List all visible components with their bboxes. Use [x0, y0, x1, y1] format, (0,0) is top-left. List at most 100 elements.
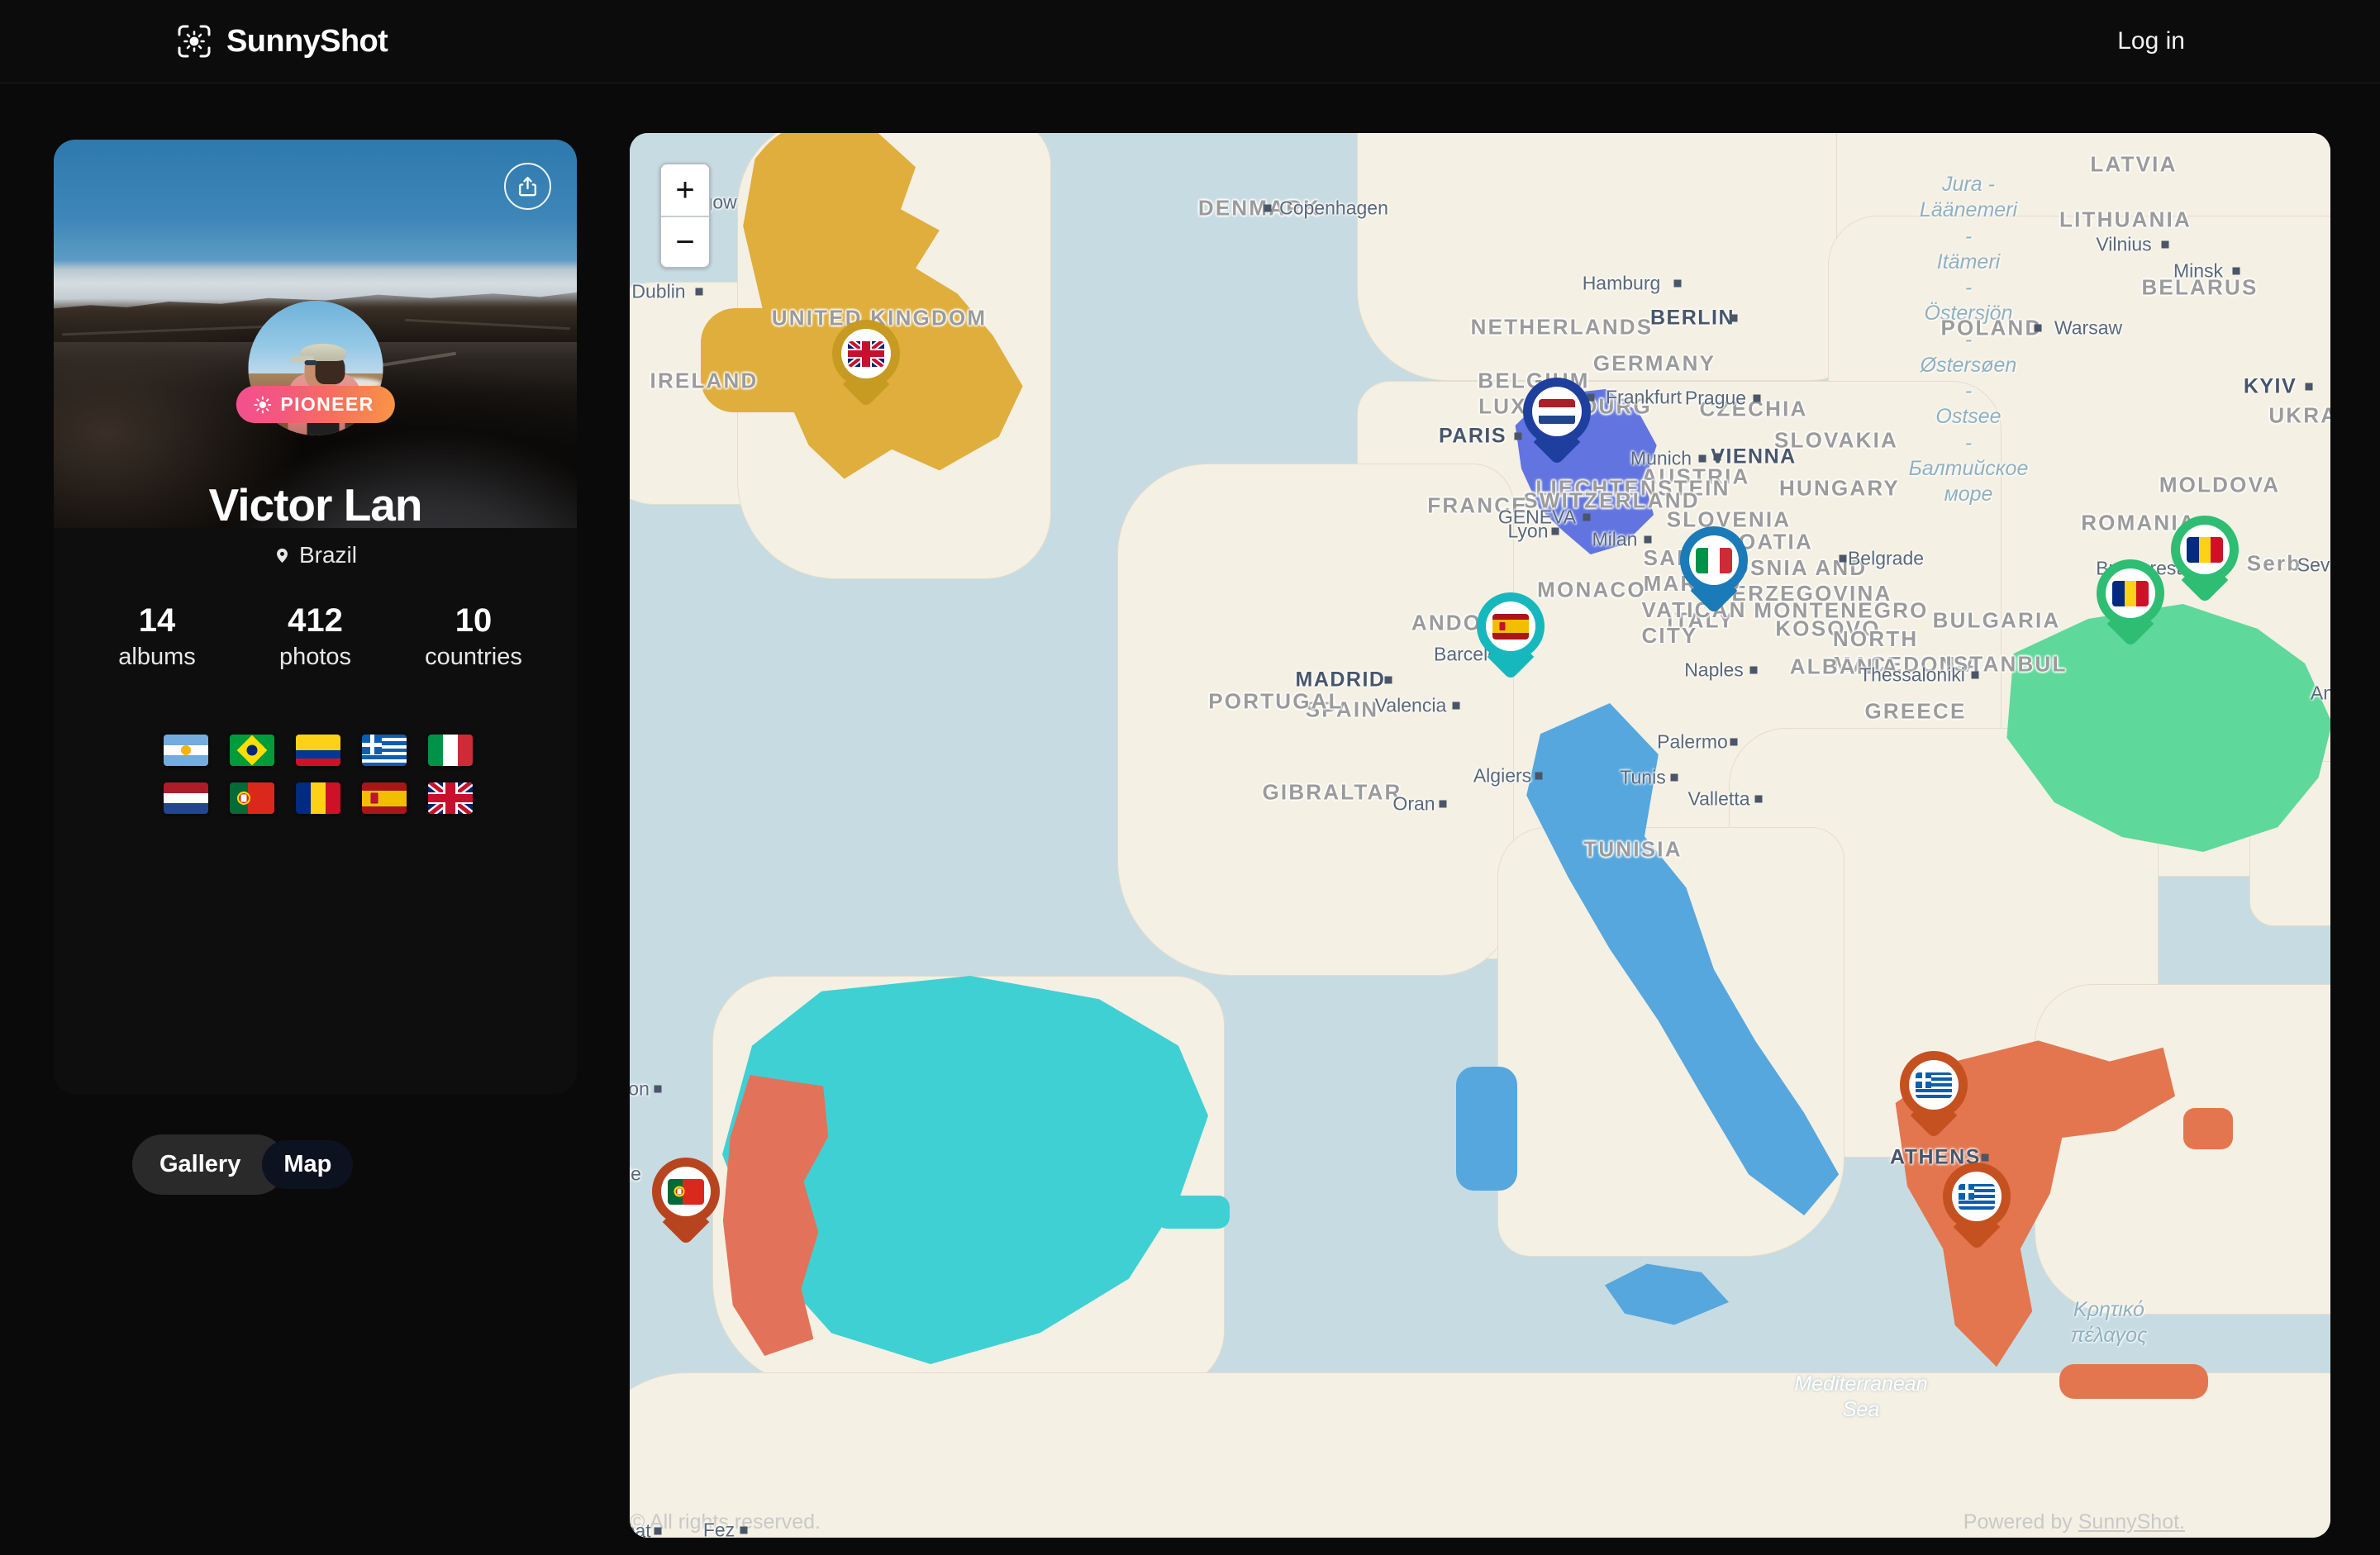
- city-dot-tunis: [1670, 773, 1678, 782]
- city-dot-berlin: [1730, 314, 1738, 322]
- portugal-flag: [230, 782, 274, 814]
- map-canvas[interactable]: Jura - Läänemeri - Itämeri - Östersjön - Østers…: [630, 133, 2330, 1538]
- city-dot-palermo: [1730, 738, 1738, 746]
- netherlands-flag: [1539, 398, 1575, 425]
- city-dot-milan: [1644, 535, 1652, 544]
- region-sardinia[interactable]: [1456, 1067, 1517, 1191]
- toggle-gallery[interactable]: Gallery: [138, 1140, 262, 1189]
- map-pin-london[interactable]: [832, 320, 900, 408]
- city-dot-algiers: [1535, 772, 1543, 780]
- share-icon: [516, 175, 539, 197]
- city-dot-vienna: [1713, 453, 1721, 461]
- map-pin-lisbon[interactable]: [652, 1158, 720, 1246]
- spain-flag: [1492, 613, 1529, 640]
- toggle-map[interactable]: Map: [262, 1140, 354, 1189]
- city-dot-madrid: [1384, 676, 1392, 684]
- share-button[interactable]: [504, 163, 551, 210]
- italy-flag: [1696, 547, 1732, 573]
- stat-albums: 14 albums: [95, 602, 219, 671]
- map-zoom-controls[interactable]: + −: [659, 163, 711, 269]
- landmass-western-europe: [1117, 464, 1514, 976]
- colombia-flag: [296, 735, 340, 766]
- city-dot-oran: [1439, 800, 1447, 808]
- zoom-in-button[interactable]: +: [661, 164, 709, 216]
- map-pin-romania-east[interactable]: [2171, 516, 2239, 604]
- city-dot-kyiv: [2305, 383, 2313, 391]
- view-toggle[interactable]: Gallery Map: [132, 1134, 354, 1195]
- map-pin-crete[interactable]: [1943, 1163, 2011, 1251]
- footer-sunnyshot-link[interactable]: SunnyShot.: [2078, 1510, 2185, 1534]
- stat-photos-value: 412: [288, 602, 343, 639]
- status-badge: PIONEER: [236, 386, 395, 423]
- map-pin-athens[interactable]: [1900, 1051, 1968, 1139]
- region-northern-ireland[interactable]: [701, 308, 826, 412]
- map-pin-icon: [274, 547, 291, 564]
- stat-albums-label: albums: [118, 643, 196, 670]
- city-dot-lyon: [1551, 527, 1559, 535]
- map-panel[interactable]: Jura - Läänemeri - Itämeri - Östersjön - Østers…: [630, 133, 2330, 1538]
- brazil-flag: [230, 735, 274, 766]
- stat-countries-value: 10: [455, 602, 493, 639]
- city-dot-warsaw: [2034, 324, 2042, 332]
- map-pin-italy[interactable]: [1680, 526, 1748, 615]
- top-navigation-bar: SunnyShot Log in: [0, 0, 2380, 83]
- netherlands-flag: [164, 782, 208, 814]
- profile-name: Victor Lan: [208, 479, 423, 530]
- profile-location-label: Brazil: [298, 542, 357, 568]
- status-badge-label: PIONEER: [280, 393, 374, 415]
- profile-card: PIONEER Victor Lan Brazil 14 albums 412 …: [54, 140, 577, 1094]
- stat-countries-label: countries: [425, 643, 522, 670]
- stat-photos-label: photos: [278, 643, 352, 670]
- map-pin-barcelona[interactable]: [1477, 592, 1545, 681]
- city-dot-minsk: [2232, 267, 2240, 275]
- landmass-scandinavia: [1357, 133, 1869, 381]
- romania-flag: [2187, 536, 2223, 563]
- united-kingdom-flag: [848, 340, 884, 367]
- greece-flag: [362, 735, 407, 766]
- brand-logo[interactable]: SunnyShot: [176, 23, 388, 59]
- login-button[interactable]: Log in: [2117, 27, 2185, 55]
- city-dot-rabat: [654, 1527, 662, 1535]
- greece-flag: [1916, 1072, 1952, 1098]
- city-dot-lisbon: [654, 1085, 662, 1093]
- city-dot-copenhagen: [1264, 204, 1272, 212]
- greece-flag: [1959, 1183, 1995, 1210]
- landmass-turkey: [2035, 984, 2330, 1315]
- footer-powered-prefix: Powered by: [1963, 1510, 2078, 1534]
- stat-countries: 10 countries: [412, 602, 536, 671]
- portugal-flag: [668, 1178, 704, 1205]
- city-dot-thessaloniki: [1971, 671, 1979, 679]
- region-greek-islands[interactable]: [2183, 1108, 2233, 1149]
- city-dot-vilnius: [2161, 240, 2169, 249]
- page-body: PIONEER Victor Lan Brazil 14 albums 412 …: [0, 83, 2380, 1555]
- region-balearic-islands[interactable]: [1155, 1196, 1230, 1229]
- city-dot-dublin: [695, 288, 703, 296]
- brand-name: SunnyShot: [226, 23, 388, 59]
- city-dot-munich: [1698, 454, 1706, 463]
- region-crete[interactable]: [2059, 1364, 2208, 1399]
- romania-flag: [2112, 580, 2149, 606]
- romania-flag: [296, 782, 340, 814]
- spain-flag: [362, 782, 407, 814]
- page-footer: © All rights reserved. Powered by SunnyS…: [0, 1489, 2380, 1555]
- city-dot-prague: [1753, 394, 1761, 402]
- profile-location: Brazil: [54, 542, 577, 568]
- profile-stats: 14 albums 412 photos 10 countries: [95, 602, 536, 671]
- city-dot-geneva: [1583, 513, 1591, 521]
- map-pin-romania-west[interactable]: [2097, 559, 2164, 648]
- city-dot-paris: [1514, 432, 1522, 440]
- city-dot-hamburg: [1673, 279, 1682, 288]
- city-dot-valletta: [1754, 795, 1763, 803]
- city-dot-naples: [1749, 666, 1758, 674]
- city-dot-fez: [740, 1526, 748, 1534]
- map-pin-amsterdam[interactable]: [1523, 378, 1591, 466]
- sun-camera-frame-icon: [176, 23, 212, 59]
- visited-country-flags: [153, 735, 483, 814]
- zoom-out-button[interactable]: −: [661, 216, 709, 267]
- stat-photos: 412 photos: [254, 602, 378, 671]
- city-dot-belgrade: [1839, 554, 1847, 563]
- city-dot-valencia: [1452, 701, 1460, 710]
- stat-albums-value: 14: [138, 602, 176, 639]
- argentina-flag: [164, 735, 208, 766]
- footer-powered-by: Powered by SunnyShot.: [1963, 1510, 2185, 1534]
